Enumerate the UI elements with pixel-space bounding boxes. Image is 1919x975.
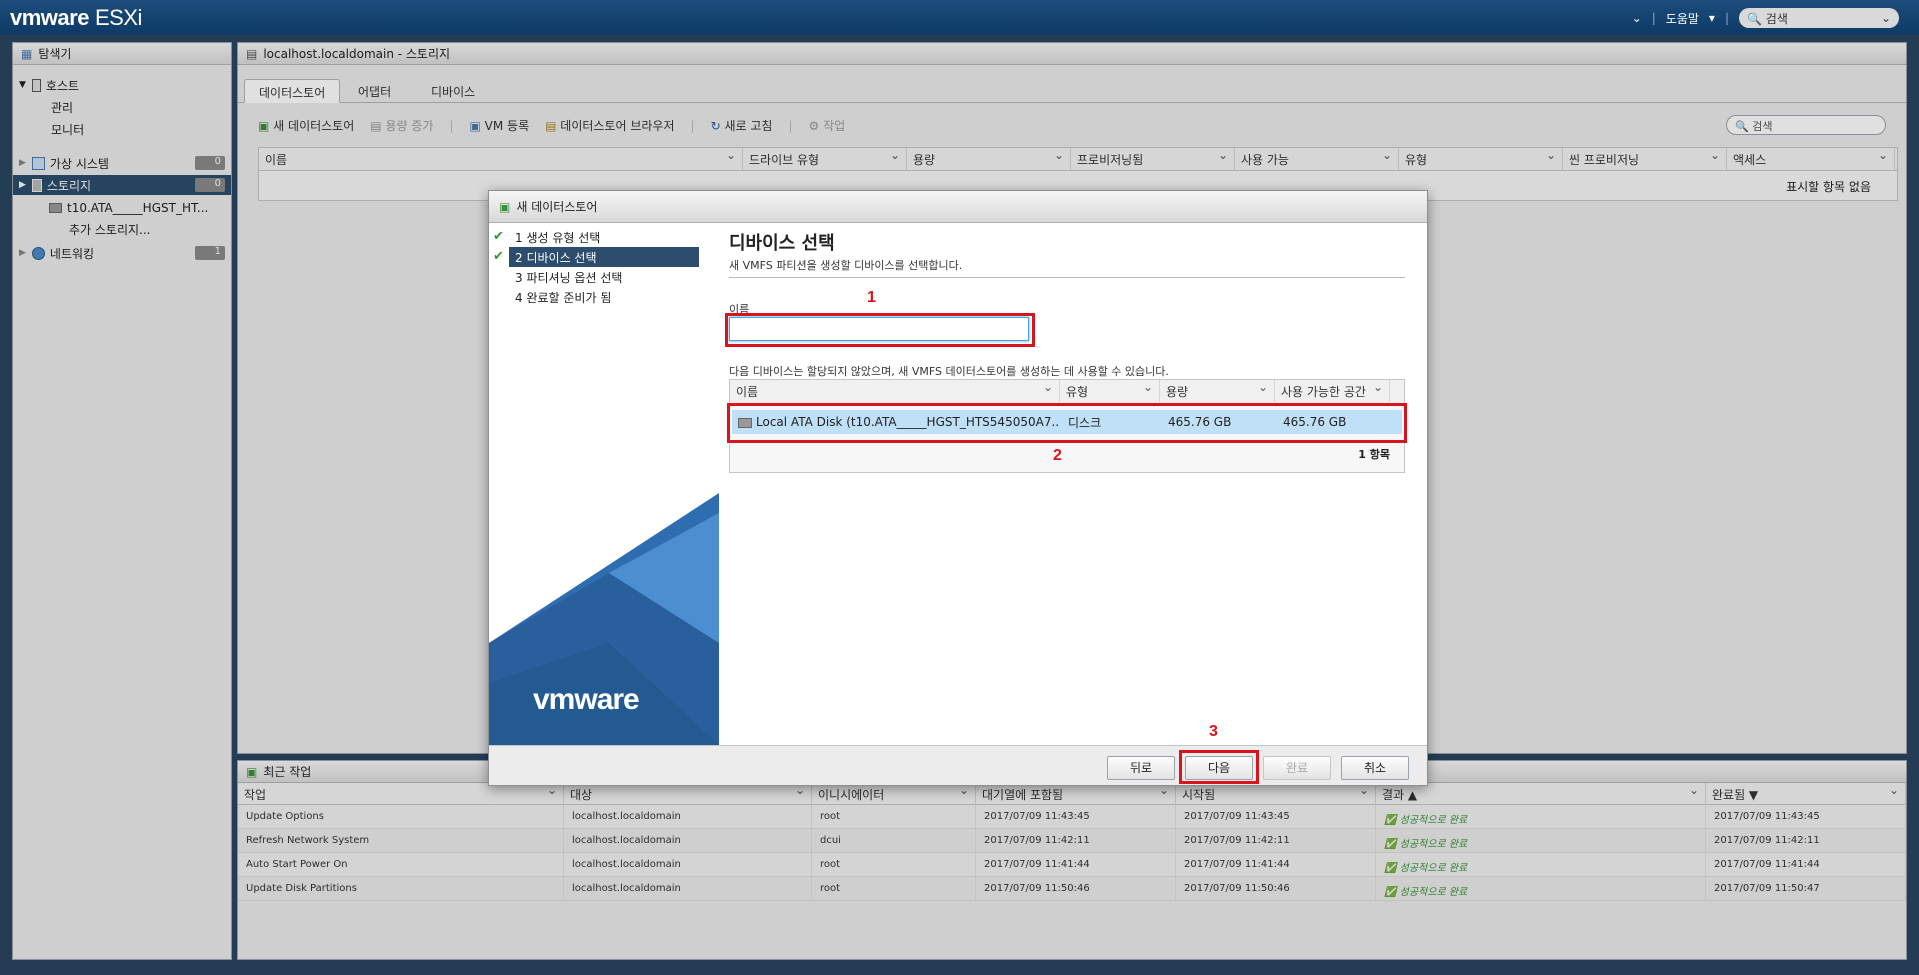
new-datastore-dialog: ▣ 새 데이터스토어 ✔ 1 생성 유형 선택 ✔ 2 디바이스 선택 3 파티… — [488, 190, 1428, 786]
wizard-step-4[interactable]: 4 완료할 준비가 됨 — [509, 287, 699, 307]
item-count: 1 항목 — [1358, 448, 1390, 461]
check-icon: ✔ — [493, 229, 504, 244]
vmware-esxi-logo: vmware ESXi — [10, 5, 142, 30]
back-button[interactable]: 뒤로 — [1107, 756, 1175, 780]
wizard-steps-panel: ✔ 1 생성 유형 선택 ✔ 2 디바이스 선택 3 파티셔닝 옵션 선택 4 … — [489, 223, 719, 745]
help-chevron-icon: ▾ — [1708, 11, 1715, 25]
vmware-logo: vmware — [533, 683, 640, 716]
dialog-footer: 뒤로 다음 완료 취소 — [489, 745, 1427, 785]
wizard-step-1[interactable]: ✔ 1 생성 유형 선택 — [493, 227, 699, 247]
annotation-box-2 — [727, 403, 1407, 443]
col-device-name[interactable]: 이름 — [730, 380, 1060, 402]
global-search-input[interactable]: 🔍 검색 ⌄ — [1739, 8, 1899, 28]
annotation-box-1 — [725, 313, 1035, 347]
wizard-step-2[interactable]: ✔ 2 디바이스 선택 — [493, 247, 699, 267]
annotation-label-1: 1 — [867, 289, 876, 306]
device-note: 다음 디바이스는 할당되지 않았으며, 새 VMFS 데이터스토어를 생성하는 … — [729, 365, 1169, 378]
help-menu[interactable]: 도움말 — [1666, 10, 1699, 27]
dialog-title: 새 데이터스토어 — [516, 200, 598, 214]
finish-button[interactable]: 완료 — [1263, 756, 1331, 780]
page-title: 디바이스 선택 — [729, 233, 835, 254]
annotation-label-3: 3 — [1209, 723, 1218, 740]
device-table-header: 이름 유형 용량 사용 가능한 공간 — [730, 380, 1404, 404]
col-device-free[interactable]: 사용 가능한 공간 — [1275, 380, 1390, 402]
check-icon: ✔ — [493, 249, 504, 264]
dialog-content: 디바이스 선택 새 VMFS 파티션을 생성할 디바이스를 선택합니다. 이름 … — [725, 223, 1419, 745]
new-datastore-icon: ▣ — [499, 199, 511, 214]
cancel-button[interactable]: 취소 — [1341, 756, 1409, 780]
annotation-box-3 — [1179, 750, 1259, 784]
wizard-step-3[interactable]: 3 파티셔닝 옵션 선택 — [509, 267, 699, 287]
col-device-type[interactable]: 유형 — [1060, 380, 1160, 402]
dialog-title-bar: ▣ 새 데이터스토어 — [489, 191, 1427, 223]
search-icon: 🔍 — [1747, 11, 1762, 26]
col-device-capacity[interactable]: 용량 — [1160, 380, 1275, 402]
divider — [729, 277, 1405, 278]
user-menu-chevron-icon[interactable]: ⌄ — [1632, 11, 1642, 25]
top-bar: vmware ESXi ⌄ | 도움말 ▾ | 🔍 검색 ⌄ — [0, 0, 1919, 35]
chevron-down-icon: ⌄ — [1880, 11, 1891, 25]
annotation-label-2: 2 — [1053, 447, 1062, 464]
page-subtitle: 새 VMFS 파티션을 생성할 디바이스를 선택합니다. — [729, 259, 963, 272]
